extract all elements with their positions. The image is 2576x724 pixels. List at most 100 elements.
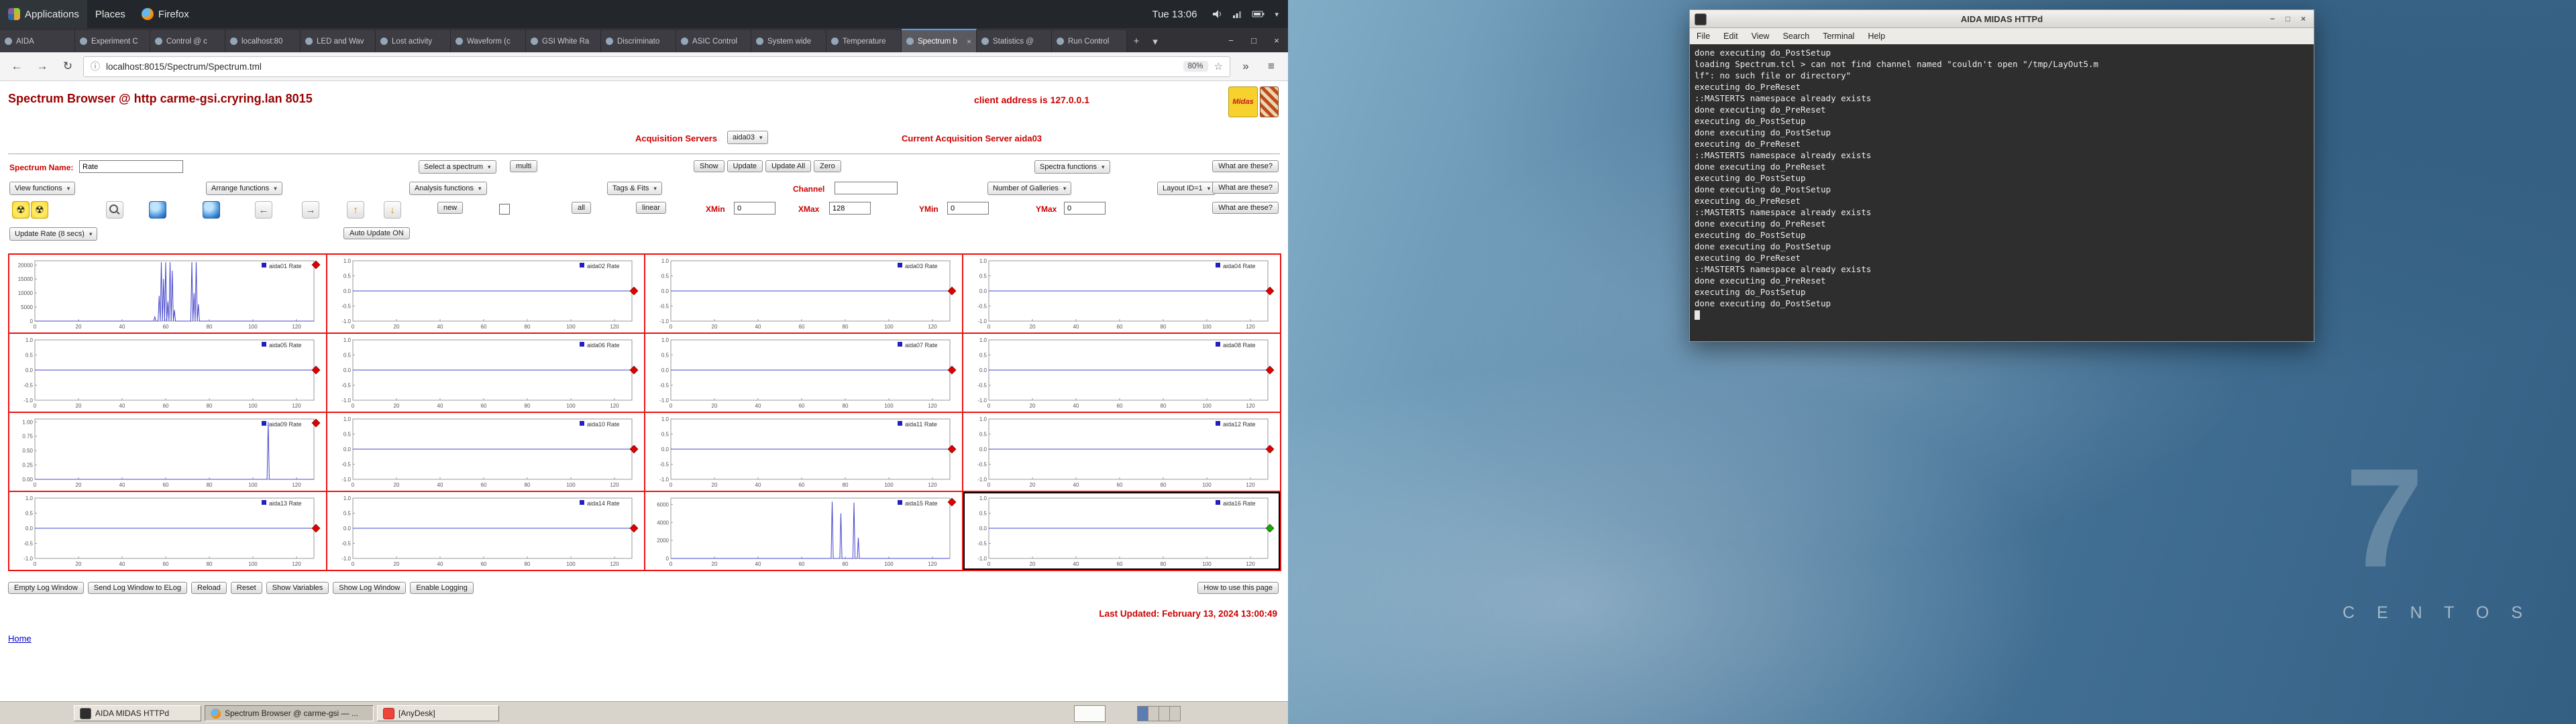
browser-tab[interactable]: GSI White Ra [526,30,601,52]
arrange-functions-dropdown[interactable]: Arrange functions▾ [206,182,282,195]
footer-button[interactable]: Send Log Window to ELog [88,582,187,594]
new-button[interactable]: new [437,202,463,214]
checkbox[interactable] [499,204,510,215]
tray-applet[interactable] [1074,705,1106,722]
spectrum-chart-aida13[interactable]: 1.00.50.0-0.5-1.0020406080100120aida13 R… [9,491,327,570]
home-link[interactable]: Home [8,634,32,644]
zoom-level[interactable]: 80% [1183,61,1208,72]
reload-button[interactable]: ↻ [58,56,78,76]
panel-clock[interactable]: Tue 13:06 [1146,9,1202,20]
browser-tab[interactable]: LED and Wav [301,30,376,52]
spectrum-chart-aida14[interactable]: 1.00.50.0-0.5-1.0020406080100120aida14 R… [327,491,645,570]
browser-tab[interactable]: AIDA [0,30,75,52]
browser-tab[interactable]: Spectrum b× [902,29,977,52]
terminal-menu-edit[interactable]: Edit [1723,32,1738,41]
spectrum-chart-aida10[interactable]: 1.00.50.0-0.5-1.0020406080100120aida10 R… [327,412,645,491]
terminal-maximize-button[interactable]: □ [2282,12,2294,25]
number-of-galleries-dropdown[interactable]: Number of Galleries▾ [987,182,1071,195]
terminal-minimize-button[interactable]: − [2266,12,2279,25]
update-button[interactable]: Update [727,160,763,172]
spectrum-chart-aida07[interactable]: 1.00.50.0-0.5-1.0020406080100120aida07 R… [645,333,963,412]
midas-logo-2-icon[interactable] [1260,86,1279,117]
ymin-input[interactable] [947,202,989,215]
workspace-2[interactable] [1148,707,1159,721]
workspace-3[interactable] [1159,707,1170,721]
terminal-menu-terminal[interactable]: Terminal [1823,32,1854,41]
zero-button[interactable]: Zero [814,160,841,172]
spectrum-name-input[interactable] [79,160,183,173]
spectrum-chart-aida02[interactable]: 1.00.50.0-0.5-1.0020406080100120aida02 R… [327,254,645,333]
terminal-menu-view[interactable]: View [1752,32,1770,41]
spectrum-chart-aida05[interactable]: 1.00.50.0-0.5-1.0020406080100120aida05 R… [9,333,327,412]
browser-tab[interactable]: Experiment C [75,30,150,52]
footer-button[interactable]: Reload [191,582,227,594]
workspace-4[interactable] [1170,707,1180,721]
bookmark-star-icon[interactable]: ☆ [1214,60,1223,72]
browser-tab[interactable]: System wide [751,30,826,52]
footer-button[interactable]: Reset [231,582,262,594]
firefox-launcher[interactable]: Firefox [133,0,197,28]
linear-button[interactable]: linear [636,202,666,214]
spectra-functions-dropdown[interactable]: Spectra functions ▾ [1034,160,1110,174]
browser-tab[interactable]: Run Control [1052,30,1127,52]
terminal-titlebar[interactable]: AIDA MIDAS HTTPd − □ × [1690,10,2314,28]
terminal-close-button[interactable]: × [2297,12,2310,25]
acquisition-server-select[interactable]: aida03 ▾ [727,131,768,144]
applications-menu[interactable]: Applications [0,0,87,28]
terminal-menu-search[interactable]: Search [1783,32,1810,41]
tab-close-icon[interactable]: × [965,37,971,46]
prev-gallery-icon[interactable]: ← [255,201,272,219]
network-icon[interactable] [1232,9,1242,19]
browser-tab[interactable]: Statistics @ [977,30,1052,52]
back-button[interactable]: ← [7,56,27,76]
update-rate-dropdown[interactable]: Update Rate (8 secs) ▾ [9,227,97,241]
panel-caret-icon[interactable]: ▾ [1275,10,1279,19]
midas-logo-icon[interactable]: Midas [1228,86,1258,117]
analysis-functions-dropdown[interactable]: Analysis functions▾ [409,182,487,195]
move-up-icon[interactable]: ↑ [347,201,364,219]
browser-tab[interactable]: localhost:80 [225,30,301,52]
channel-input[interactable] [835,182,898,194]
what-are-these-button-2[interactable]: What are these? [1212,182,1279,194]
url-bar[interactable]: ⓘ localhost:8015/Spectrum/Spectrum.tml 8… [83,56,1230,77]
radioactive-icon-2[interactable]: ☢ [31,201,48,219]
spectrum-chart-aida11[interactable]: 1.00.50.0-0.5-1.0020406080100120aida11 R… [645,412,963,491]
spectrum-chart-aida08[interactable]: 1.00.50.0-0.5-1.0020406080100120aida08 R… [963,333,1281,412]
blue-sphere-icon-1[interactable] [149,201,166,219]
workspace-1[interactable] [1138,707,1148,721]
what-are-these-button-1[interactable]: What are these? [1212,160,1279,172]
spectrum-chart-aida03[interactable]: 1.00.50.0-0.5-1.0020406080100120aida03 R… [645,254,963,333]
browser-tab[interactable]: Temperature [826,30,902,52]
spectrum-chart-aida12[interactable]: 1.00.50.0-0.5-1.0020406080100120aida12 R… [963,412,1281,491]
taskbar-item[interactable]: [AnyDesk] [377,705,499,721]
view-functions-dropdown[interactable]: View functions▾ [9,182,75,195]
overflow-menu-icon[interactable]: » [1236,56,1256,76]
terminal-menu-help[interactable]: Help [1868,32,1885,41]
maximize-button[interactable]: □ [1242,28,1265,52]
update-all-button[interactable]: Update All [765,160,811,172]
browser-tab[interactable]: Discriminato [601,30,676,52]
spectrum-chart-aida15[interactable]: 6000400020000020406080100120aida15 Rate [645,491,963,570]
blue-sphere-icon-2[interactable] [203,201,220,219]
new-tab-button[interactable]: + [1127,30,1146,52]
terminal-menu-file[interactable]: File [1697,32,1710,41]
layout-id-dropdown[interactable]: Layout ID=1▾ [1157,182,1216,195]
volume-icon[interactable] [1212,9,1222,19]
browser-tab[interactable]: Waveform (c [451,30,526,52]
next-gallery-icon[interactable]: → [302,201,319,219]
tab-list-button[interactable]: ▾ [1146,30,1165,52]
xmin-input[interactable] [734,202,775,215]
browser-tab[interactable]: Lost activity [376,30,451,52]
spectrum-chart-aida09[interactable]: 1.000.750.500.250.00020406080100120aida0… [9,412,327,491]
browser-tab[interactable]: Control @ c [150,30,225,52]
url-text[interactable]: localhost:8015/Spectrum/Spectrum.tml [106,62,1177,72]
taskbar-item[interactable]: Spectrum Browser @ carme-gsi — ... [205,705,374,721]
radioactive-icon-1[interactable]: ☢ [12,201,30,219]
zoom-icon[interactable] [106,201,123,219]
forward-button[interactable]: → [32,56,52,76]
site-info-icon[interactable]: ⓘ [91,60,100,73]
auto-update-button[interactable]: Auto Update ON [343,227,410,239]
spectrum-chart-aida06[interactable]: 1.00.50.0-0.5-1.0020406080100120aida06 R… [327,333,645,412]
footer-button[interactable]: Enable Logging [410,582,473,594]
move-down-icon[interactable]: ↓ [384,201,401,219]
